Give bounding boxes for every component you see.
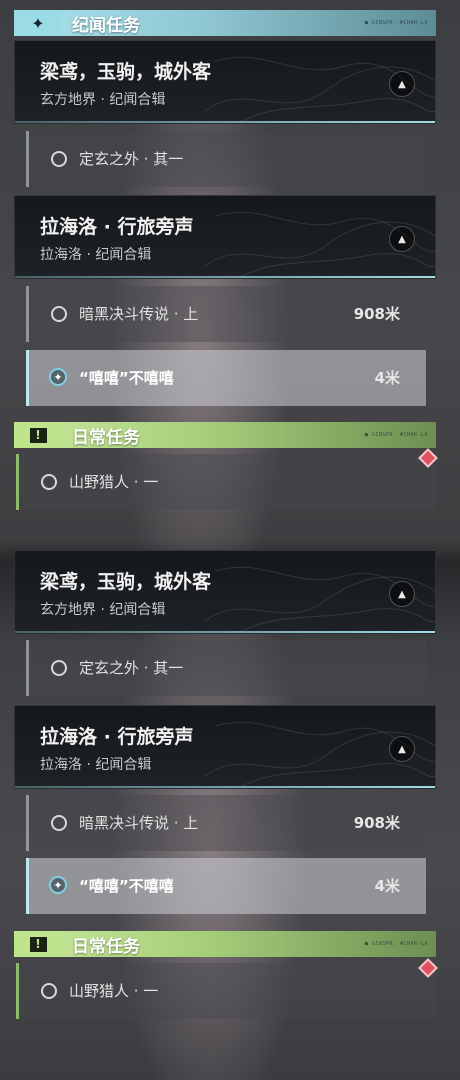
quest-step-row[interactable]: 定玄之外 · 其一 bbox=[26, 131, 426, 187]
quest-card[interactable]: 拉海洛 · 行旅旁声 拉海洛 · 纪闻合辑 ▲ bbox=[14, 705, 436, 789]
quest-step-row-tracked[interactable]: ✦ “嘻嘻”不嘻嘻 4米 bbox=[26, 350, 426, 406]
circle-icon bbox=[51, 815, 67, 831]
quest-step-label: 定玄之外 · 其一 bbox=[79, 150, 184, 168]
circle-icon bbox=[41, 983, 57, 999]
circle-icon bbox=[51, 306, 67, 322]
arrow-up-icon[interactable]: ▲ bbox=[389, 581, 415, 607]
exclamation-glyph: ! bbox=[29, 936, 47, 952]
daily-quest-row[interactable]: 山野猎人 · 一 bbox=[16, 963, 436, 1019]
exclamation-box-icon: ! bbox=[14, 931, 62, 957]
header-deco-text: ■ GINSPR. #CHAR-LA bbox=[364, 941, 428, 947]
arrow-up-icon[interactable]: ▲ bbox=[389, 736, 415, 762]
quest-subtitle: 玄方地界 · 纪闻合辑 bbox=[40, 602, 166, 618]
quest-step-label: 暗黑决斗传说 · 上 bbox=[79, 814, 199, 832]
quest-title: 拉海洛 · 行旅旁声 bbox=[40, 726, 194, 748]
quest-subtitle: 拉海洛 · 纪闻合辑 bbox=[40, 757, 152, 773]
quest-subtitle: 玄方地界 · 纪闻合辑 bbox=[40, 92, 166, 108]
circle-icon bbox=[51, 660, 67, 676]
quest-step-label: 暗黑决斗传说 · 上 bbox=[79, 305, 199, 323]
quest-step-row[interactable]: 暗黑决斗传说 · 上 908米 bbox=[26, 286, 426, 342]
exclamation-glyph: ! bbox=[29, 427, 47, 443]
quest-card[interactable]: 梁鸢，玉驹，城外客 玄方地界 · 纪闻合辑 ▲ bbox=[14, 40, 436, 124]
circle-icon bbox=[51, 151, 67, 167]
quest-step-row[interactable]: 定玄之外 · 其一 bbox=[26, 640, 426, 696]
exclamation-box-icon: ! bbox=[14, 422, 62, 448]
quest-step-row[interactable]: 暗黑决斗传说 · 上 908米 bbox=[26, 795, 426, 851]
daily-quests-header[interactable]: ! 日常任务 ■ GINSPR. #CHAR-LA bbox=[14, 422, 436, 448]
quest-step-row-tracked[interactable]: ✦ “嘻嘻”不嘻嘻 4米 bbox=[26, 858, 426, 914]
quest-tracker-panel: 梁鸢，玉驹，城外客 玄方地界 · 纪闻合辑 ▲ 定玄之外 · 其一 拉海洛 · … bbox=[0, 540, 460, 1080]
quest-title: 梁鸢，玉驹，城外客 bbox=[40, 571, 212, 593]
quest-tracker-panel: ✦ 纪闻任务 ■ GINSPR. #CHAR-LA 梁鸢，玉驹，城外客 玄方地界… bbox=[0, 0, 460, 540]
quest-step-label: 定玄之外 · 其一 bbox=[79, 659, 184, 677]
header-deco-text: ■ GINSPR. #CHAR-LA bbox=[364, 20, 428, 26]
daily-quest-row[interactable]: 山野猎人 · 一 bbox=[16, 454, 436, 510]
quest-card[interactable]: 拉海洛 · 行旅旁声 拉海洛 · 纪闻合辑 ▲ bbox=[14, 195, 436, 279]
daily-quest-label: 山野猎人 · 一 bbox=[69, 982, 159, 1000]
quest-step-distance: 4米 bbox=[374, 877, 400, 895]
header-deco-text: ■ GINSPR. #CHAR-LA bbox=[364, 432, 428, 438]
quest-step-label: “嘻嘻”不嘻嘻 bbox=[79, 877, 174, 895]
daily-quest-label: 山野猎人 · 一 bbox=[69, 473, 159, 491]
arrow-up-icon[interactable]: ▲ bbox=[389, 226, 415, 252]
daily-quests-header-label: 日常任务 bbox=[72, 427, 140, 448]
quest-subtitle: 拉海洛 · 纪闻合辑 bbox=[40, 247, 152, 263]
story-quests-header-label: 纪闻任务 bbox=[72, 15, 140, 36]
quest-step-distance: 908米 bbox=[353, 305, 400, 323]
tracking-compass-icon: ✦ bbox=[49, 368, 67, 386]
quest-title: 梁鸢，玉驹，城外客 bbox=[40, 61, 212, 83]
sparkle-icon: ✦ bbox=[14, 10, 62, 36]
daily-quests-header[interactable]: ! 日常任务 ■ GINSPR. #CHAR-LA bbox=[14, 931, 436, 957]
tracking-compass-icon: ✦ bbox=[49, 876, 67, 894]
quest-step-label: “嘻嘻”不嘻嘻 bbox=[79, 369, 174, 387]
quest-card[interactable]: 梁鸢，玉驹，城外客 玄方地界 · 纪闻合辑 ▲ bbox=[14, 550, 436, 634]
circle-icon bbox=[41, 474, 57, 490]
arrow-up-icon[interactable]: ▲ bbox=[389, 71, 415, 97]
quest-title: 拉海洛 · 行旅旁声 bbox=[40, 216, 194, 238]
quest-step-distance: 4米 bbox=[374, 369, 400, 387]
daily-quests-header-label: 日常任务 bbox=[72, 936, 140, 957]
quest-step-distance: 908米 bbox=[353, 814, 400, 832]
story-quests-header[interactable]: ✦ 纪闻任务 ■ GINSPR. #CHAR-LA bbox=[14, 10, 436, 36]
